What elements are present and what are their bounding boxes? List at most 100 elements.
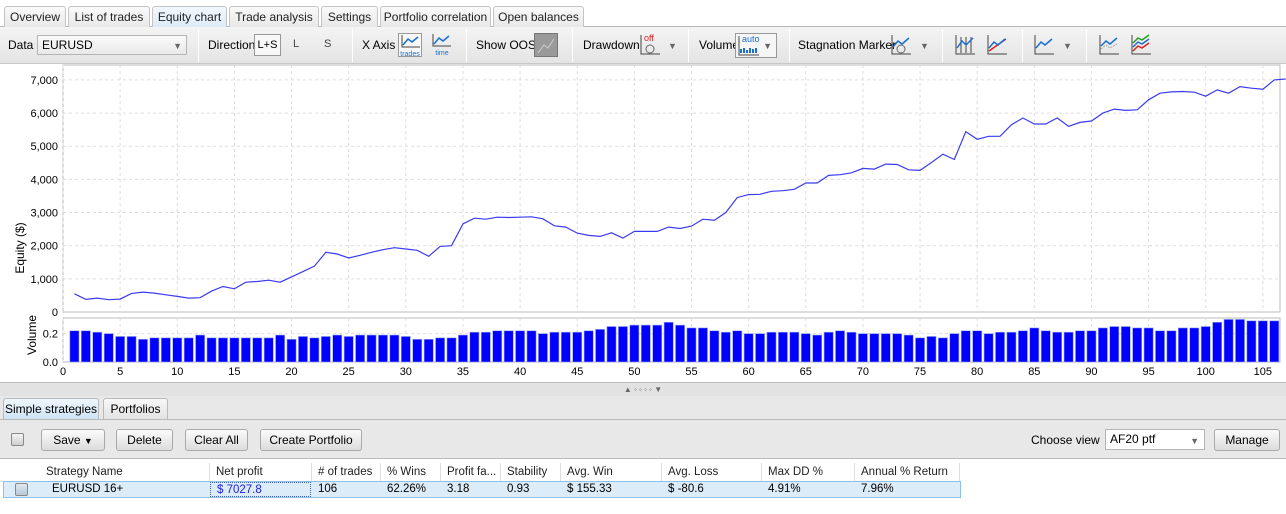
volume-bar <box>800 333 811 363</box>
chart-type-button[interactable] <box>1032 33 1056 57</box>
volume-bar <box>995 331 1005 363</box>
tab-overview[interactable]: Overview <box>4 6 66 27</box>
trend-line-icon <box>987 35 1007 55</box>
table-cell: 106 <box>318 483 338 495</box>
volume-bar <box>938 337 948 363</box>
tab-equity-chart[interactable]: Equity chart <box>152 6 227 27</box>
table-row[interactable] <box>3 481 961 498</box>
column-header[interactable]: Net profit <box>210 463 312 481</box>
stagnation-dropdown-arrow[interactable]: ▼ <box>920 41 929 51</box>
y-tick-label: 6,000 <box>30 108 58 120</box>
volume-bar <box>412 338 423 363</box>
column-header[interactable]: Stability <box>501 463 561 481</box>
volume-plot: 0 5 10 15 20 25 30 35 40 45 50 55 60 65 70 75 80 85 90 95 10… <box>43 317 1281 378</box>
direction-long-button[interactable]: L <box>293 38 299 50</box>
divider <box>198 29 199 62</box>
x-tick-label: 45 <box>571 366 583 378</box>
volume-bar <box>698 327 708 363</box>
volume-bar <box>183 337 194 363</box>
main-tab-bar: Overview List of trades Equity chart Tra… <box>0 0 1286 27</box>
column-header[interactable]: # of trades <box>312 463 381 481</box>
show-oos-toggle[interactable] <box>534 33 558 57</box>
volume-bar <box>880 333 891 363</box>
drawdown-button[interactable]: off <box>638 33 662 57</box>
direction-long-short-button[interactable]: L+S <box>254 34 281 56</box>
chevron-down-icon: ▼ <box>1190 436 1199 446</box>
x-tick-label: 20 <box>285 366 297 378</box>
volume-bar <box>469 331 480 363</box>
volume-bar <box>972 330 983 363</box>
volume-bar <box>583 330 594 363</box>
volume-bar <box>755 333 765 363</box>
volume-bar <box>663 321 674 363</box>
volume-bar <box>69 330 80 363</box>
volume-bar <box>983 333 994 363</box>
x-tick-label: 50 <box>628 366 640 378</box>
y-tick-label: 2,000 <box>30 241 58 253</box>
tab-list-of-trades[interactable]: List of trades <box>68 6 150 27</box>
choose-view-select[interactable]: AF20 ptf ▼ <box>1105 429 1205 450</box>
manage-button[interactable]: Manage <box>1214 429 1280 451</box>
x-axis-trades-button[interactable]: trades <box>398 33 422 58</box>
multi-series-icon <box>1131 34 1151 55</box>
create-portfolio-button[interactable]: Create Portfolio <box>260 429 362 451</box>
column-header[interactable]: Max DD % <box>762 463 855 481</box>
chart-type-dropdown-arrow[interactable]: ▼ <box>1063 41 1072 51</box>
volume-bar <box>903 334 914 363</box>
delete-button[interactable]: Delete <box>116 429 173 451</box>
volume-bar <box>195 334 205 363</box>
table-cell: 4.91% <box>768 483 801 495</box>
save-button[interactable]: Save ▼ <box>41 429 105 451</box>
divider <box>466 29 467 62</box>
table-cell: $ 155.33 <box>567 483 612 495</box>
tab-open-balances[interactable]: Open balances <box>493 6 584 27</box>
direction-short-button[interactable]: S <box>324 38 331 50</box>
volume-bar <box>298 336 308 363</box>
volume-bar <box>435 337 445 363</box>
x-tick-label: 5 <box>117 366 123 378</box>
volume-bar <box>892 333 903 363</box>
column-header[interactable]: Profit fa... <box>441 463 501 481</box>
column-header[interactable]: Avg. Win <box>561 463 662 481</box>
tab-trade-analysis[interactable]: Trade analysis <box>229 6 319 27</box>
panel-splitter[interactable]: ▲ ◦ ◦ ◦ ◦ ▼ <box>0 382 1286 396</box>
chevron-down-icon: ▼ <box>173 41 182 51</box>
tab-settings[interactable]: Settings <box>321 6 378 27</box>
volume-bar <box>480 331 491 363</box>
divider <box>789 29 790 62</box>
strategies-table: Strategy Name Net profit # of trades% Wins… <box>0 458 1286 514</box>
grid-chart-icon <box>955 35 975 55</box>
tab-portfolio-correlation[interactable]: Portfolio correlation <box>380 6 491 27</box>
trades-caption: trades <box>400 51 420 58</box>
grid-chart-button[interactable] <box>953 33 977 57</box>
column-header[interactable]: Strategy Name <box>40 463 210 481</box>
column-header[interactable]: % Wins <box>381 463 441 481</box>
tab-portfolios[interactable]: Portfolios <box>103 398 168 419</box>
stagnation-marker-button[interactable] <box>889 33 913 57</box>
volume-select[interactable]: auto ▼ <box>735 33 777 58</box>
volume-bar <box>926 336 937 363</box>
equity-y-axis-label: Equity ($) <box>13 222 27 273</box>
volume-bar <box>1029 327 1040 363</box>
drawdown-dropdown-arrow[interactable]: ▼ <box>668 41 677 51</box>
data-select[interactable]: EURUSD ▼ <box>37 35 187 55</box>
table-header: Strategy Name Net profit # of trades% Wins… <box>0 459 960 482</box>
tab-simple-strategies[interactable]: Simple strategies <box>3 398 99 419</box>
row-checkbox[interactable] <box>15 483 28 496</box>
multi-series-button[interactable] <box>1129 33 1153 57</box>
time-caption: time <box>435 50 449 57</box>
trend-line-button[interactable] <box>985 33 1009 57</box>
volume-bar <box>1166 330 1177 363</box>
divider <box>572 29 573 62</box>
volume-bar <box>629 324 640 363</box>
x-tick-label: 70 <box>857 366 869 378</box>
select-all-checkbox[interactable] <box>11 433 24 446</box>
y-tick-label: 4,000 <box>30 174 58 186</box>
column-header[interactable]: Annual % Return <box>855 463 960 481</box>
volume-bar <box>846 331 857 363</box>
volume-bar <box>835 330 845 363</box>
column-header[interactable]: Avg. Loss <box>662 463 762 481</box>
x-axis-time-button[interactable]: time <box>430 33 454 57</box>
compare-chart-button[interactable] <box>1097 33 1121 57</box>
clear-all-button[interactable]: Clear All <box>185 429 248 451</box>
